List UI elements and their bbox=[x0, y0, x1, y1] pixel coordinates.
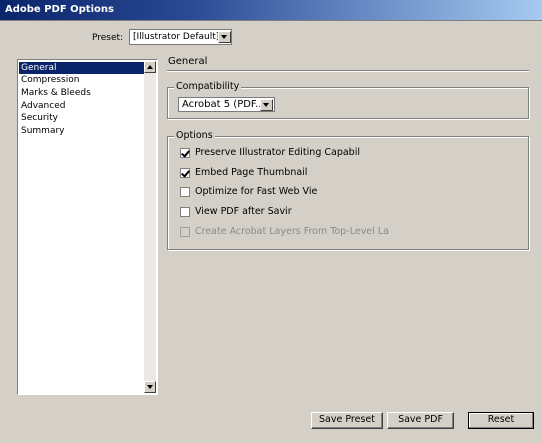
compatibility-select[interactable]: Acrobat 5 (PDF... bbox=[178, 97, 275, 112]
save-preset-button[interactable]: Save Preset bbox=[311, 412, 383, 429]
option-label: Create Acrobat Layers From Top-Level La bbox=[195, 226, 389, 237]
preset-select[interactable]: [Illustrator Default] bbox=[129, 29, 232, 45]
sidebar-item-security[interactable]: Security bbox=[19, 112, 144, 124]
sidebar-item-summary[interactable]: Summary bbox=[19, 125, 144, 137]
options-group: Options Preserve Illustrator Editing Cap… bbox=[167, 130, 529, 250]
option-label: Optimize for Fast Web Vie bbox=[195, 186, 318, 197]
checkbox-unchecked-icon[interactable] bbox=[180, 187, 190, 197]
checkbox-unchecked-icon[interactable] bbox=[180, 207, 190, 217]
options-legend: Options bbox=[174, 130, 215, 141]
title-bar[interactable]: Adobe PDF Options bbox=[0, 0, 542, 21]
sidebar-item-compression[interactable]: Compression bbox=[19, 74, 144, 86]
list-scrollbar[interactable] bbox=[144, 61, 156, 393]
compatibility-group: Compatibility Acrobat 5 (PDF... bbox=[167, 81, 529, 119]
sidebar-item-general[interactable]: General bbox=[19, 62, 144, 74]
chevron-down-icon[interactable] bbox=[218, 31, 231, 43]
option-label: Preserve Illustrator Editing Capabil bbox=[195, 147, 360, 158]
sidebar-item-marks-bleeds[interactable]: Marks & Bleeds bbox=[19, 87, 144, 99]
chevron-down-icon[interactable] bbox=[260, 99, 273, 111]
checkbox-checked-icon[interactable] bbox=[180, 168, 190, 178]
compatibility-legend: Compatibility bbox=[174, 81, 242, 92]
option-label: Embed Page Thumbnail bbox=[195, 167, 308, 178]
checkbox-disabled-icon bbox=[180, 227, 190, 237]
checkbox-checked-icon[interactable] bbox=[180, 148, 190, 158]
reset-button[interactable]: Reset bbox=[468, 412, 534, 429]
section-title: General bbox=[168, 56, 208, 67]
save-pdf-button[interactable]: Save PDF bbox=[387, 412, 454, 429]
scroll-up-icon[interactable] bbox=[144, 61, 156, 73]
preset-value: [Illustrator Default] bbox=[133, 32, 220, 42]
window-title: Adobe PDF Options bbox=[5, 4, 114, 15]
sidebar-item-advanced[interactable]: Advanced bbox=[19, 100, 144, 112]
scroll-down-icon[interactable] bbox=[144, 381, 156, 393]
compatibility-value: Acrobat 5 (PDF... bbox=[182, 99, 265, 110]
section-divider bbox=[167, 70, 529, 72]
category-list[interactable]: General Compression Marks & Bleeds Advan… bbox=[17, 59, 158, 395]
preset-label: Preset: bbox=[92, 33, 124, 43]
option-label: View PDF after Savir bbox=[195, 206, 292, 217]
